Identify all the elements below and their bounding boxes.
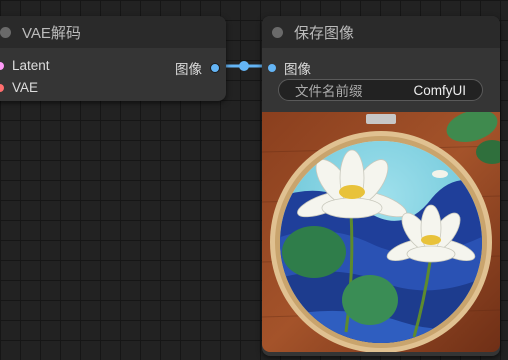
image-output-dot-icon[interactable] — [210, 63, 220, 73]
save-image-node[interactable]: 保存图像 图像 文件名前缀 ComfyUI — [262, 16, 500, 356]
filename-prefix-value[interactable]: ComfyUI — [413, 83, 466, 98]
input-slot-image[interactable]: 图像 — [268, 58, 311, 78]
input-slot-label: Latent — [12, 58, 50, 73]
vae-slot-dot-icon[interactable] — [0, 83, 4, 92]
save-image-header[interactable]: 保存图像 — [262, 16, 500, 48]
input-slot-label: VAE — [12, 80, 39, 95]
vae-decode-node[interactable]: VAE解码 Latent VAE 图像 — [0, 16, 226, 101]
collapse-dot-icon[interactable] — [272, 26, 283, 38]
input-slot-latent[interactable]: Latent — [0, 58, 50, 73]
save-image-title: 保存图像 — [294, 24, 355, 42]
input-slot-label: 图像 — [284, 62, 311, 77]
filename-prefix-label: 文件名前缀 — [295, 84, 363, 99]
link-midpoint[interactable] — [239, 61, 249, 71]
output-slot-image[interactable]: 图像 — [175, 58, 220, 78]
filename-prefix-widget[interactable]: 文件名前缀 ComfyUI — [278, 79, 483, 101]
vae-decode-title: VAE解码 — [22, 24, 81, 42]
input-slot-vae[interactable]: VAE — [0, 80, 38, 95]
vae-decode-header[interactable]: VAE解码 — [0, 16, 226, 48]
latent-slot-dot-icon[interactable] — [0, 61, 4, 70]
image-preview[interactable] — [262, 112, 500, 352]
collapse-dot-icon[interactable] — [0, 26, 11, 38]
image-input-dot-icon[interactable] — [268, 64, 276, 72]
output-slot-label: 图像 — [175, 62, 202, 77]
